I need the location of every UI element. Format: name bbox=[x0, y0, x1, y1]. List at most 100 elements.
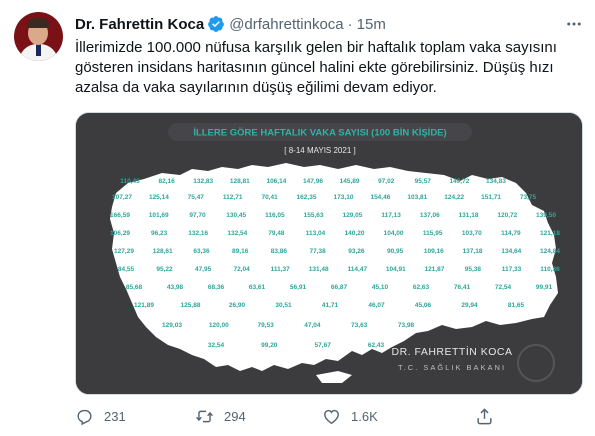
province-value-label: 85,68 bbox=[126, 284, 143, 291]
province-value-label: 124,22 bbox=[444, 194, 464, 201]
province-value-label: 162,35 bbox=[297, 194, 317, 201]
map-signature-name: DR. FAHRETTİN KOCA bbox=[391, 345, 512, 358]
province-value-label: 46,07 bbox=[368, 302, 385, 309]
province-value-label: 147,96 bbox=[303, 178, 323, 185]
province-value-label: 155,63 bbox=[304, 212, 324, 219]
separator-dot: · bbox=[347, 15, 353, 33]
like-count: 1.6K bbox=[351, 408, 378, 424]
province-value-label: 124,84 bbox=[540, 248, 560, 255]
tweet-timestamp[interactable]: 15m bbox=[357, 16, 386, 33]
province-value-label: 129,03 bbox=[162, 322, 182, 329]
retweet-button[interactable]: 294 bbox=[195, 404, 246, 428]
retweet-icon bbox=[196, 410, 213, 422]
province-value-label: 90,95 bbox=[387, 248, 404, 255]
province-value-label: 114,79 bbox=[501, 230, 521, 237]
province-value-label: 128,61 bbox=[153, 248, 173, 255]
more-options-button[interactable] bbox=[563, 13, 585, 35]
province-value-label: 103,81 bbox=[407, 194, 427, 201]
province-value-label: 47,04 bbox=[304, 322, 321, 329]
province-value-label: 26,90 bbox=[229, 302, 246, 309]
province-value-label: 43,98 bbox=[167, 284, 184, 291]
province-value-label: 73,63 bbox=[351, 322, 368, 329]
province-value-label: 125,14 bbox=[149, 194, 169, 201]
province-value-label: 132,54 bbox=[227, 230, 247, 237]
province-value-label: 57,67 bbox=[315, 342, 332, 349]
province-value-label: 117,13 bbox=[381, 212, 401, 219]
province-value-label: 72,54 bbox=[495, 284, 512, 291]
province-value-label: 76,41 bbox=[454, 284, 471, 291]
province-value-label: 121,89 bbox=[134, 302, 154, 309]
province-value-label: 125,88 bbox=[181, 302, 201, 309]
province-value-label: 75,47 bbox=[188, 194, 205, 201]
province-value-label: 70,41 bbox=[261, 194, 278, 201]
province-value-label: 111,37 bbox=[271, 266, 291, 273]
province-value-label: 95,38 bbox=[465, 266, 482, 273]
province-value-label: 145,89 bbox=[340, 178, 360, 185]
map-signature-title: T.C. SAĞLIK BAKANI bbox=[398, 363, 506, 372]
incidence-map: İLLERE GÖRE HAFTALIK VAKA SAYISI (100 Bİ… bbox=[76, 113, 582, 394]
province-value-label: 132,16 bbox=[188, 230, 208, 237]
province-value-label: 137,18 bbox=[463, 248, 483, 255]
province-value-label: 62,43 bbox=[368, 342, 385, 349]
province-value-label: 97,70 bbox=[189, 212, 206, 219]
avatar-tie bbox=[36, 44, 41, 56]
author-name[interactable]: Dr. Fahrettin Koca bbox=[75, 16, 204, 33]
tweet-text-line: gösteren insidans haritasının güncel hal… bbox=[75, 59, 554, 76]
province-value-label: 72,04 bbox=[233, 266, 250, 273]
province-value-label: 99,91 bbox=[536, 284, 553, 291]
province-value-label: 166,59 bbox=[110, 212, 130, 219]
province-value-label: 41,71 bbox=[322, 302, 339, 309]
tweet[interactable]: Dr. Fahrettin Koca @drfahrettinkoca · 15… bbox=[0, 0, 595, 436]
province-value-label: 130,45 bbox=[226, 212, 246, 219]
province-value-label: 132,83 bbox=[193, 178, 213, 185]
province-value-label: 89,16 bbox=[232, 248, 249, 255]
province-value-label: 114,47 bbox=[348, 266, 368, 273]
share-button[interactable] bbox=[475, 404, 494, 428]
share-icon bbox=[477, 407, 492, 424]
province-value-label: 95,57 bbox=[415, 178, 432, 185]
province-value-label: 63,36 bbox=[193, 248, 210, 255]
province-value-label: 134,83 bbox=[486, 178, 506, 185]
province-value-label: 134,64 bbox=[501, 248, 521, 255]
reply-icon bbox=[77, 409, 92, 425]
province-value-label: 73,98 bbox=[398, 322, 415, 329]
province-value-label: 106,14 bbox=[266, 178, 286, 185]
province-value-label: 131,48 bbox=[309, 266, 329, 273]
province-value-label: 77,38 bbox=[309, 248, 326, 255]
province-value-label: 137,06 bbox=[420, 212, 440, 219]
province-value-label: 113,04 bbox=[306, 230, 326, 237]
province-value-label: 121,18 bbox=[540, 230, 560, 237]
province-value-label: 151,71 bbox=[481, 194, 501, 201]
reply-count: 231 bbox=[104, 408, 126, 424]
province-value-label: 120,72 bbox=[497, 212, 517, 219]
author-handle[interactable]: @drfahrettinkoca bbox=[229, 16, 343, 33]
province-value-label: 116,05 bbox=[265, 212, 285, 219]
like-button[interactable]: 1.6K bbox=[322, 404, 378, 428]
province-value-label: 120,00 bbox=[209, 322, 229, 329]
province-value-label: 96,23 bbox=[151, 230, 168, 237]
province-value-label: 109,16 bbox=[424, 248, 444, 255]
province-value-label: 82,16 bbox=[158, 178, 175, 185]
more-icon bbox=[567, 22, 581, 26]
province-value-label: 99,20 bbox=[261, 342, 278, 349]
province-value-label: 73,75 bbox=[520, 194, 537, 201]
province-value-label: 29,94 bbox=[461, 302, 478, 309]
province-value-label: 115,95 bbox=[423, 230, 443, 237]
province-value-label: 83,86 bbox=[271, 248, 288, 255]
province-value-label: 97,02 bbox=[378, 178, 395, 185]
province-value-label: 47,95 bbox=[195, 266, 212, 273]
province-value-label: 79,48 bbox=[268, 230, 285, 237]
map-date-range: [ 8-14 MAYIS 2021 ] bbox=[284, 146, 355, 155]
tweet-media-image[interactable]: İLLERE GÖRE HAFTALIK VAKA SAYISI (100 Bİ… bbox=[75, 112, 583, 395]
province-value-label: 128,81 bbox=[230, 178, 250, 185]
avatar[interactable] bbox=[14, 12, 63, 61]
province-value-label: 110,36 bbox=[540, 266, 560, 273]
province-value-label: 45,06 bbox=[415, 302, 432, 309]
province-value-label: 66,87 bbox=[331, 284, 348, 291]
province-value-label: 81,65 bbox=[508, 302, 525, 309]
reply-button[interactable]: 231 bbox=[75, 404, 126, 428]
province-value-label: 149,72 bbox=[449, 178, 469, 185]
province-value-label: 79,53 bbox=[257, 322, 274, 329]
retweet-count: 294 bbox=[224, 408, 246, 424]
province-value-label: 103,70 bbox=[462, 230, 482, 237]
